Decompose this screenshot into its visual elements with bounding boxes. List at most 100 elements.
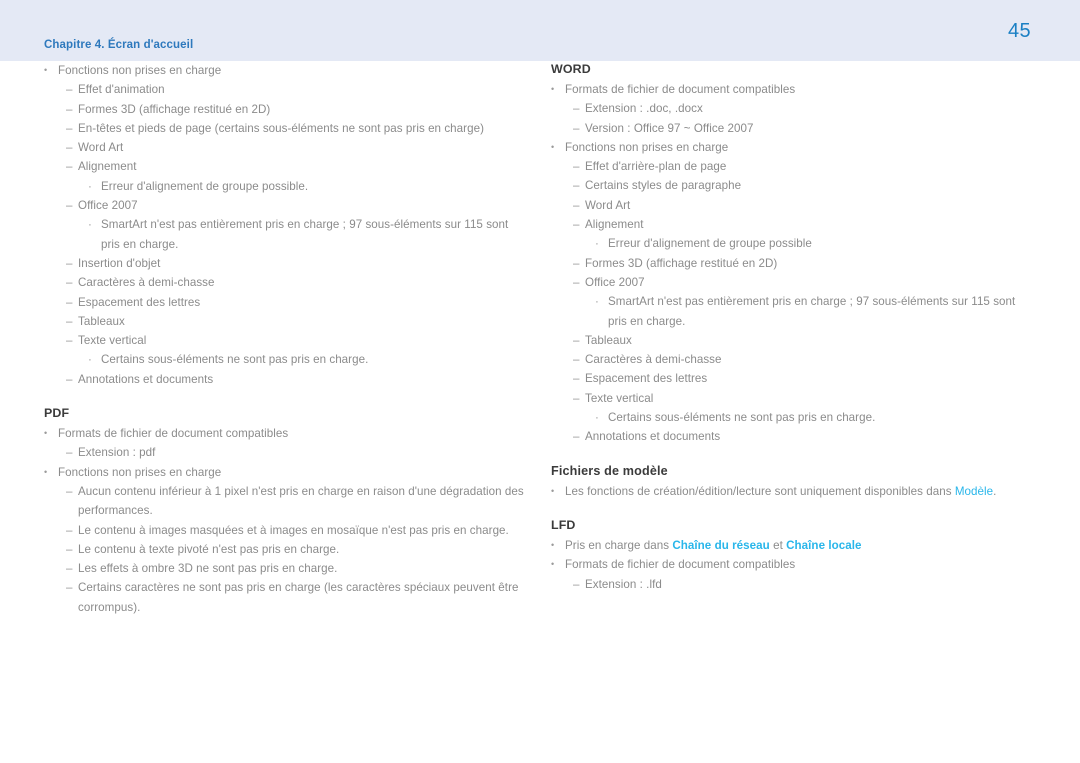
bullet-dash-icon: –	[66, 523, 73, 537]
inline-text: .	[993, 484, 997, 498]
bullet-dash-icon: –	[66, 446, 73, 460]
list-item-label: Certains caractères ne sont pas pris en …	[78, 581, 519, 614]
list-item: – Office 2007	[573, 273, 1037, 292]
list-item: – Word Art	[573, 196, 1037, 215]
list-item-label: Erreur d'alignement de groupe possible	[608, 237, 812, 251]
bullet-disc-icon: •	[551, 84, 555, 94]
bullet-dash-icon: –	[66, 295, 73, 309]
bullet-dash-icon: –	[66, 542, 73, 556]
content-section: Fichiers de modèle • Les fonctions de créa…	[551, 463, 1037, 501]
list-item-label: Tableaux	[78, 314, 125, 328]
bullet-disc-icon: •	[44, 65, 48, 75]
bullet-dash-icon: –	[573, 198, 580, 212]
right-column: WORD • Formats de fichier de document comp…	[551, 61, 1037, 602]
bullet-dash-icon: –	[66, 562, 73, 576]
list-item: – Les effets à ombre 3D ne sont pas pris …	[66, 559, 524, 578]
list-item-label: Fonctions non prises en charge	[58, 64, 222, 77]
list-item: – Effet d'animation	[66, 80, 524, 99]
list-item: – Office 2007	[66, 196, 524, 215]
page-content: • Fonctions non prises en charge – Effet d'…	[0, 61, 1080, 763]
list-item: – Caractères à demi-chasse	[573, 350, 1037, 369]
list-item-label: Fonctions non prises en charge	[58, 465, 222, 479]
list-item: · SmartArt n'est pas entièrement pris en …	[88, 215, 524, 254]
bullet-dash-icon: –	[573, 577, 580, 591]
list-item-label: Alignement	[585, 218, 644, 232]
list-item: – Tableaux	[66, 312, 524, 331]
inline-link[interactable]: Chaîne locale	[786, 539, 861, 552]
list-item: – Espacement des lettres	[573, 369, 1037, 388]
list-item-label: Caractères à demi-chasse	[585, 353, 722, 367]
bullet-dash-icon: –	[66, 199, 73, 213]
list-item: – Extension : pdf	[66, 443, 524, 462]
list-item-label: Certains sous-éléments ne sont pas pris …	[101, 353, 369, 367]
list-item: – Aucun contenu inférieur à 1 pixel n'est…	[66, 482, 524, 521]
bullet-disc-icon: •	[551, 559, 555, 570]
section-heading: WORD	[551, 62, 591, 76]
list-item-label: Erreur d'alignement de groupe possible.	[101, 179, 309, 193]
list-item: • Fonctions non prises en charge	[44, 463, 524, 482]
list-item: – Le contenu à images masquées et à image…	[66, 521, 524, 540]
list-item-label: Formats de fichier de document compatibl…	[58, 427, 289, 441]
list-item-label: SmartArt n'est pas entièrement pris en c…	[608, 295, 1016, 328]
list-item-label: SmartArt n'est pas entièrement pris en c…	[101, 218, 509, 251]
list-item-label: Pris en charge dans Chaîne du réseau et …	[565, 536, 1037, 555]
list-item-label: Fonctions non prises en charge	[565, 140, 729, 154]
content-section: PDF • Formats de fichier de document compa…	[44, 405, 524, 617]
bullet-dash-icon: –	[573, 160, 580, 174]
list-item: – Certains caractères ne sont pas pris en…	[66, 578, 524, 617]
list-item: • Pris en charge dans Chaîne du réseau et…	[551, 536, 1037, 555]
bullet-dash-icon: –	[573, 256, 580, 270]
bullet-dash-icon: –	[573, 430, 580, 444]
bullet-dash-icon: –	[573, 179, 580, 193]
bullet-disc-icon: •	[44, 428, 48, 439]
list-item: – Formes 3D (affichage restitué en 2D)	[573, 254, 1037, 273]
list-item: • Formats de fichier de document compatib…	[551, 555, 1037, 574]
list-item-label: Certains styles de paragraphe	[585, 179, 742, 193]
bullet-disc-icon: •	[44, 466, 48, 477]
inline-link[interactable]: Modèle	[955, 485, 993, 498]
list-item: • Formats de fichier de document compatib…	[44, 424, 524, 443]
list-item-label: Caractères à demi-chasse	[78, 276, 215, 290]
list-item: · SmartArt n'est pas entièrement pris en …	[595, 292, 1037, 331]
list-item-label: Formes 3D (affichage restitué en 2D)	[78, 102, 271, 116]
list-item-label: Formes 3D (affichage restitué en 2D)	[585, 256, 778, 270]
bullet-dash-icon: –	[573, 218, 580, 232]
list-item-label: Insertion d'objet	[78, 256, 161, 270]
content-section: WORD • Formats de fichier de document comp…	[551, 61, 1037, 447]
list-item: – Texte vertical	[66, 331, 524, 350]
bullet-dash-icon: –	[573, 275, 580, 289]
bullet-disc-icon: •	[551, 485, 555, 496]
list-item-label: Le contenu à images masquées et à images…	[78, 523, 509, 537]
bullet-dash-icon: –	[573, 353, 580, 367]
list-item: – Annotations et documents	[66, 370, 524, 389]
list-item-label: Annotations et documents	[78, 372, 214, 386]
bullet-dash-icon: –	[66, 83, 73, 97]
bullet-disc-icon: •	[551, 141, 555, 152]
left-column: • Fonctions non prises en charge – Effet d'…	[44, 61, 524, 625]
list-item: – Formes 3D (affichage restitué en 2D)	[66, 100, 524, 119]
list-item: · Certains sous-éléments ne sont pas pris…	[595, 408, 1037, 427]
list-item-label: Texte vertical	[78, 334, 147, 348]
bullet-dash-icon: –	[573, 333, 580, 347]
list-item-label: Extension : pdf	[78, 446, 156, 460]
inline-link[interactable]: Chaîne du réseau	[672, 539, 769, 552]
list-item-label: Le contenu à texte pivoté n'est pas pris…	[78, 542, 340, 556]
list-item: – En-têtes et pieds de page (certains sou…	[66, 119, 524, 138]
list-item: – Annotations et documents	[573, 427, 1037, 446]
list-item: – Extension : .lfd	[573, 575, 1037, 594]
bullet-dash-icon: –	[66, 276, 73, 290]
bullet-dash-icon: –	[66, 141, 73, 155]
content-section: LFD • Pris en charge dans Chaîne du réseau…	[551, 517, 1037, 594]
bullet-dash-icon: –	[573, 121, 580, 135]
list-item: – Version : Office 97 ~ Office 2007	[573, 119, 1037, 138]
list-item: · Certains sous-éléments ne sont pas pris…	[88, 350, 524, 369]
section-heading: LFD	[551, 517, 576, 532]
chapter-breadcrumb: Chapitre 4. Écran d'accueil	[44, 39, 194, 51]
list-item-label: Tableaux	[585, 333, 632, 347]
list-item: – Tableaux	[573, 331, 1037, 350]
list-item: – Alignement	[66, 157, 524, 176]
bullet-dot-icon: ·	[595, 237, 599, 251]
list-item-label: Texte vertical	[585, 391, 654, 405]
list-item: – Le contenu à texte pivoté n'est pas pri…	[66, 540, 524, 559]
bullet-dash-icon: –	[66, 581, 73, 595]
